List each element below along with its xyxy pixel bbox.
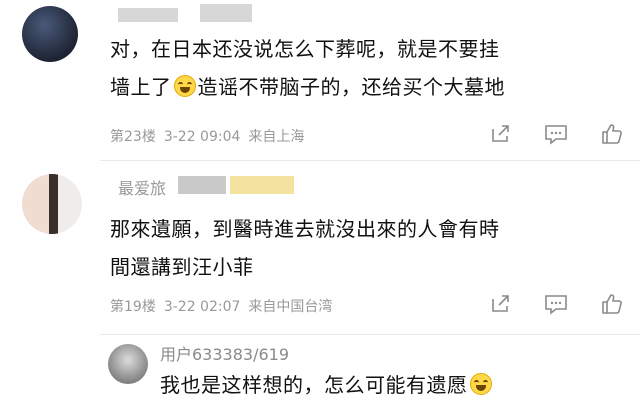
username-blurred xyxy=(118,8,178,22)
comment-text-line: 那來遺願，到醫時進去就沒出來的人會有時 xyxy=(110,217,500,241)
comment-meta: 第19楼 3-22 02:07 来自中国台湾 xyxy=(110,296,340,316)
reply-icon xyxy=(545,295,567,315)
share-button[interactable] xyxy=(472,291,528,317)
comment-text: 那來遺願，到醫時進去就沒出來的人會有時 間還講到汪小菲 xyxy=(110,210,500,286)
like-button[interactable] xyxy=(584,291,640,317)
comment-item: 最爱旅 那來遺願，到醫時進去就沒出來的人會有時 間還講到汪小菲 第19楼 3-22… xyxy=(0,162,640,334)
username-blurred xyxy=(200,4,252,22)
comment-time: 3-22 09:04 xyxy=(163,129,241,145)
avatar[interactable] xyxy=(22,6,78,62)
floor-number: 第23楼 xyxy=(110,129,156,145)
share-icon xyxy=(492,125,509,142)
comment-location: 来自上海 xyxy=(248,129,305,145)
reply-icon xyxy=(545,125,567,145)
comment-meta: 第23楼 3-22 09:04 来自上海 xyxy=(110,126,312,146)
comment-text-fragment: 造谣不带脑子的，还给买个大墓地 xyxy=(197,75,505,99)
comment-text-line: 墙上了 造谣不带脑子的，还给买个大墓地 xyxy=(110,68,505,106)
comment-item: 对，在日本还没说怎么下葬呢，就是不要挂 墙上了 造谣不带脑子的，还给买个大墓地 第… xyxy=(0,0,640,162)
like-button[interactable] xyxy=(584,121,640,147)
comment-text: 对，在日本还没说怎么下葬呢，就是不要挂 墙上了 造谣不带脑子的，还给买个大墓地 xyxy=(110,30,505,106)
comment-actions xyxy=(472,121,640,147)
share-icon xyxy=(492,295,509,312)
like-icon xyxy=(602,124,622,144)
avatar[interactable] xyxy=(22,174,82,234)
comment-text-fragment: 墙上了 xyxy=(110,75,172,99)
share-button[interactable] xyxy=(472,121,528,147)
badge-blurred xyxy=(230,176,294,194)
comment-location: 来自中国台湾 xyxy=(248,299,333,315)
comment-text-line: 对，在日本还没说怎么下葬呢，就是不要挂 xyxy=(110,37,500,61)
divider xyxy=(100,160,640,161)
comment-text-fragment: 我也是这样想的，怎么可能有遗愿 xyxy=(160,373,468,397)
reply-button[interactable] xyxy=(528,291,584,317)
comment-text-line: 間還講到汪小菲 xyxy=(110,255,254,279)
laugh-cry-emoji-icon xyxy=(173,75,196,97)
reply-button[interactable] xyxy=(528,121,584,147)
divider xyxy=(100,334,640,335)
comment-text: 我也是这样想的，怎么可能有遗愿 xyxy=(160,366,494,404)
comment-actions xyxy=(472,291,640,317)
comment-text-line: 我也是这样想的，怎么可能有遗愿 xyxy=(160,366,494,404)
like-icon xyxy=(602,294,622,314)
username[interactable]: 用户633383/619 xyxy=(160,346,289,364)
avatar[interactable] xyxy=(108,344,148,384)
comment-item: 用户633383/619 我也是这样想的，怎么可能有遗愿 xyxy=(0,336,640,405)
username-blurred xyxy=(178,176,226,194)
laugh-cry-emoji-icon xyxy=(469,373,492,395)
comment-time: 3-22 02:07 xyxy=(163,299,241,315)
floor-number: 第19楼 xyxy=(110,299,156,315)
username[interactable]: 最爱旅 xyxy=(118,180,166,198)
